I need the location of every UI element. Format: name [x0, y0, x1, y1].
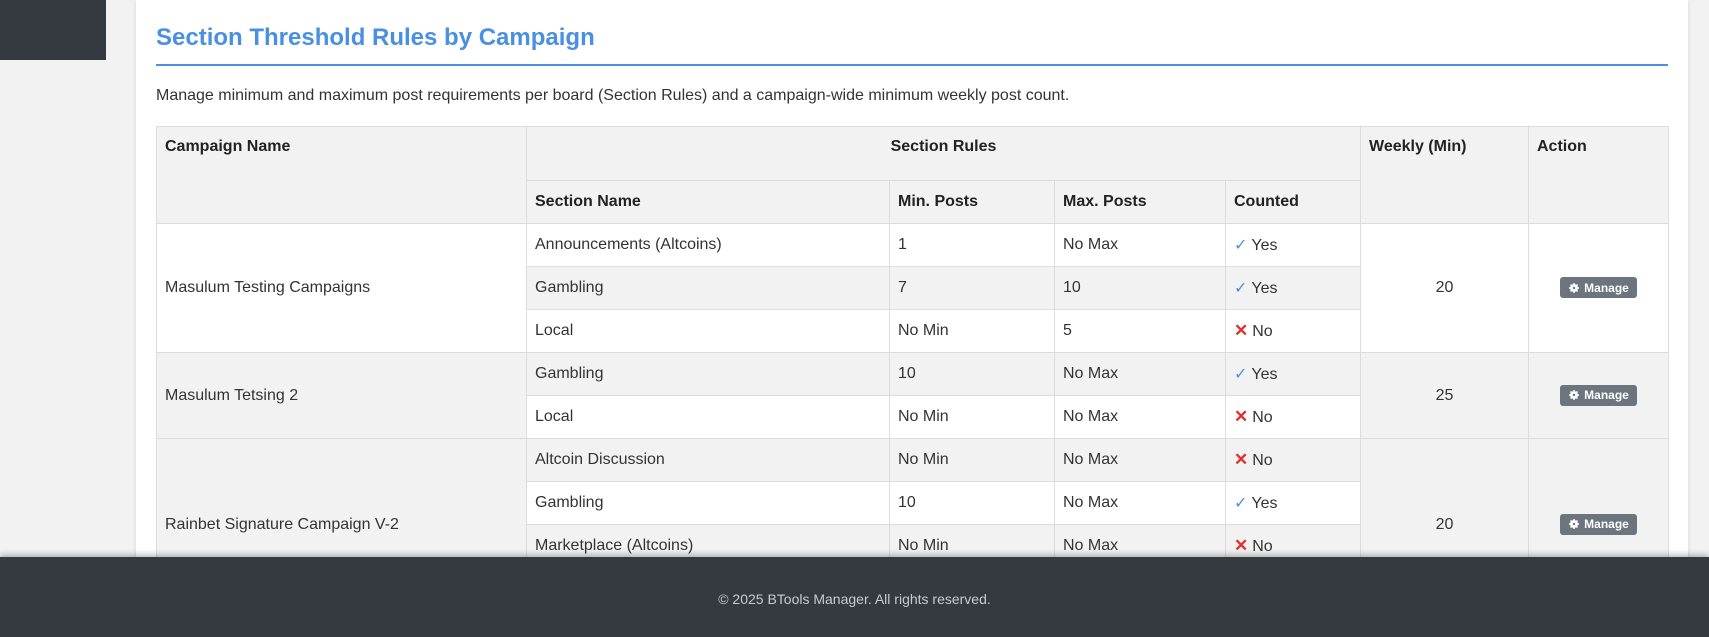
counted-label: Yes: [1251, 280, 1278, 297]
check-icon: ✓: [1234, 495, 1248, 512]
section-name: Announcements (Altcoins): [526, 223, 890, 267]
header-weekly-min: Weekly (Min): [1360, 126, 1529, 224]
section-name: Local: [526, 395, 890, 439]
header-counted: Counted: [1225, 180, 1361, 224]
sidebar-block: [0, 0, 106, 60]
footer: © 2025 BTools Manager. All rights reserv…: [0, 557, 1709, 637]
weekly-min: 20: [1360, 223, 1529, 353]
header-max-posts: Max. Posts: [1054, 180, 1226, 224]
max-posts: 5: [1054, 309, 1226, 353]
check-icon: ✓: [1234, 366, 1248, 383]
action-cell: Manage: [1528, 352, 1669, 439]
counted-label: No: [1252, 538, 1273, 555]
gear-icon: [1569, 519, 1579, 530]
min-posts: 10: [889, 352, 1055, 396]
min-posts: No Min: [889, 395, 1055, 439]
table-row: Masulum Testing Campaigns Announcements (…: [156, 223, 1669, 353]
table-row: Rainbet Signature Campaign V-2 Altcoin Di…: [156, 438, 1669, 611]
section-name: Gambling: [526, 481, 890, 525]
min-posts: 7: [889, 266, 1055, 310]
counted-cell: ✕ No: [1225, 309, 1361, 353]
campaign-name: Masulum Testing Campaigns: [156, 223, 527, 353]
header-campaign-name: Campaign Name: [156, 126, 527, 224]
gear-icon: [1569, 282, 1579, 293]
section-name: Gambling: [526, 352, 890, 396]
max-posts: No Max: [1054, 352, 1226, 396]
section-name: Gambling: [526, 266, 890, 310]
check-icon: ✓: [1234, 237, 1248, 254]
min-posts: No Min: [889, 309, 1055, 353]
check-icon: ✓: [1234, 280, 1248, 297]
gear-icon: [1569, 390, 1579, 401]
max-posts: No Max: [1054, 223, 1226, 267]
counted-label: No: [1252, 452, 1273, 469]
section-name: Local: [526, 309, 890, 353]
section-name: Altcoin Discussion: [526, 438, 890, 482]
cross-icon: ✕: [1234, 407, 1249, 426]
cross-icon: ✕: [1234, 536, 1249, 555]
counted-cell: ✕ No: [1225, 395, 1361, 439]
table-row: Masulum Tetsing 2 Gambling 10 No Max ✓ Yes 25 M…: [156, 352, 1669, 439]
rules-table-body: Masulum Testing Campaigns Announcements (…: [156, 223, 1669, 611]
weekly-min: 25: [1360, 352, 1529, 439]
max-posts: No Max: [1054, 481, 1226, 525]
footer-copyright: © 2025 BTools Manager. All rights reserv…: [718, 591, 991, 607]
max-posts: 10: [1054, 266, 1226, 310]
manage-button[interactable]: Manage: [1560, 277, 1637, 299]
page-description: Manage minimum and maximum post requirem…: [156, 87, 1070, 104]
manage-button-label: Manage: [1584, 280, 1629, 295]
counted-label: Yes: [1251, 366, 1278, 383]
counted-label: Yes: [1251, 237, 1278, 254]
manage-button[interactable]: Manage: [1560, 513, 1637, 535]
rules-table: Campaign Name Section Rules Weekly (Min)…: [156, 126, 1669, 611]
header-min-posts: Min. Posts: [889, 180, 1055, 224]
counted-cell: ✕ No: [1225, 438, 1361, 482]
min-posts: 10: [889, 481, 1055, 525]
counted-label: Yes: [1251, 495, 1278, 512]
manage-button-label: Manage: [1584, 517, 1629, 532]
counted-cell: ✓ Yes: [1225, 352, 1361, 396]
cross-icon: ✕: [1234, 321, 1249, 340]
counted-cell: ✓ Yes: [1225, 481, 1361, 525]
counted-cell: ✓ Yes: [1225, 223, 1361, 267]
counted-label: No: [1252, 323, 1273, 340]
min-posts: No Min: [889, 438, 1055, 482]
max-posts: No Max: [1054, 395, 1226, 439]
counted-cell: ✓ Yes: [1225, 266, 1361, 310]
counted-label: No: [1252, 409, 1273, 426]
header-action: Action: [1528, 126, 1669, 224]
manage-button[interactable]: Manage: [1560, 384, 1637, 406]
action-cell: Manage: [1528, 223, 1669, 353]
header-section-name: Section Name: [526, 180, 890, 224]
header-section-rules: Section Rules: [526, 126, 1361, 181]
campaign-name: Masulum Tetsing 2: [156, 352, 527, 439]
max-posts: No Max: [1054, 438, 1226, 482]
manage-button-label: Manage: [1584, 388, 1629, 403]
page-title: Section Threshold Rules by Campaign: [156, 0, 1668, 66]
min-posts: 1: [889, 223, 1055, 267]
cross-icon: ✕: [1234, 450, 1249, 469]
content-card: Section Threshold Rules by Campaign Mana…: [136, 0, 1688, 611]
